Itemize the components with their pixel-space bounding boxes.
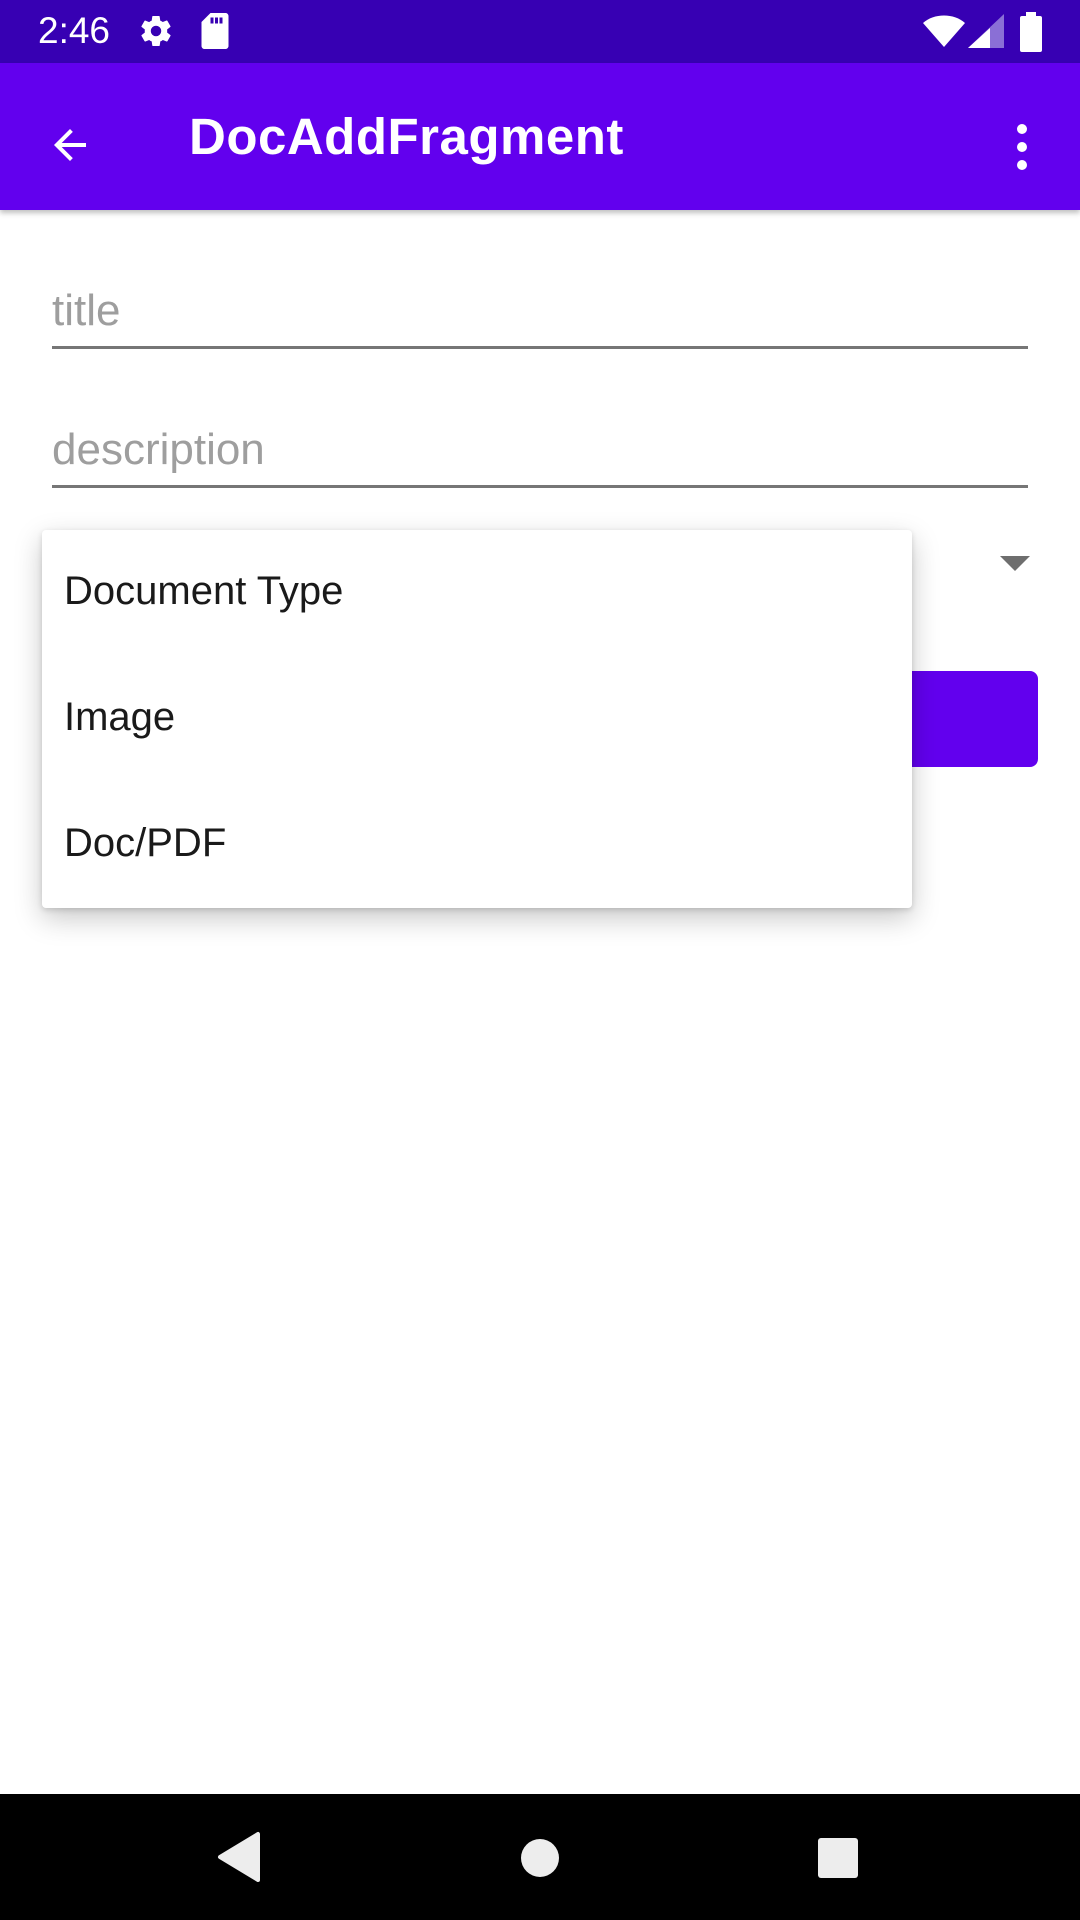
nav-recents-icon [818, 1838, 858, 1878]
nav-home-icon [521, 1839, 559, 1877]
gear-icon [138, 13, 174, 49]
status-time: 2:46 [38, 10, 111, 51]
title-input[interactable] [52, 276, 1028, 346]
title-field[interactable] [52, 276, 1028, 349]
dropdown-item-label: Doc/PDF [64, 821, 227, 865]
signal-icon [968, 14, 1004, 48]
wifi-icon [922, 13, 966, 49]
dropdown-item-doc-pdf[interactable]: Doc/PDF [42, 782, 912, 908]
arrow-back-icon [54, 129, 86, 161]
description-field[interactable] [52, 415, 1028, 488]
status-bar: 2:46 [0, 0, 1080, 63]
battery-icon [1018, 12, 1044, 52]
navigation-bar [0, 1794, 1080, 1920]
nav-home-button[interactable] [520, 1838, 560, 1878]
app-bar: DocAddFragment [0, 63, 1080, 210]
description-input[interactable] [52, 415, 1028, 485]
overflow-menu-button[interactable] [996, 107, 1048, 187]
nav-back-icon [218, 1832, 260, 1882]
app-title: DocAddFragment [189, 108, 624, 165]
nav-recents-button[interactable] [818, 1838, 858, 1878]
nav-back-button[interactable] [216, 1830, 262, 1884]
back-button[interactable] [28, 103, 112, 187]
dropdown-item-document-type[interactable]: Document Type [42, 530, 912, 656]
dropdown-item-label: Image [64, 695, 176, 739]
dropdown-item-label: Document Type [64, 569, 344, 613]
dropdown-item-image[interactable]: Image [42, 656, 912, 782]
sd-card-icon [200, 13, 230, 49]
dropdown-arrow-icon [1000, 556, 1030, 571]
more-vert-icon [1017, 124, 1027, 170]
dropdown-menu: Document Type Image Doc/PDF [42, 530, 912, 908]
